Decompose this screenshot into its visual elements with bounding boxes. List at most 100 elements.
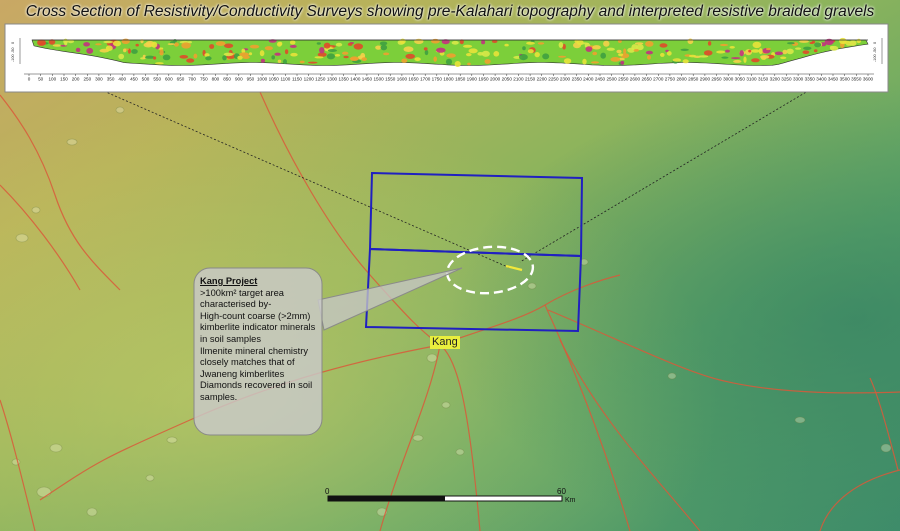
x-tick-label: 1400 <box>350 77 361 82</box>
resistivity-blotch <box>468 48 478 54</box>
resistivity-blotch <box>290 52 298 57</box>
x-tick-label: 1850 <box>455 77 466 82</box>
x-tick-label: 3550 <box>851 77 862 82</box>
pan <box>86 507 98 517</box>
resistivity-blotch <box>786 48 794 55</box>
resistivity-blotch <box>151 41 158 48</box>
resistivity-blotch <box>342 51 349 55</box>
resistivity-blotch <box>580 42 590 45</box>
resistivity-blotch <box>795 47 802 50</box>
x-tick-label: 2450 <box>595 77 606 82</box>
resistivity-blotch <box>383 52 390 56</box>
x-tick-label: 3050 <box>735 77 746 82</box>
resistivity-blotch <box>716 50 726 54</box>
resistivity-blotch <box>563 58 572 64</box>
x-tick-label: 1600 <box>397 77 408 82</box>
pan <box>11 458 21 466</box>
x-tick-label: 2750 <box>665 77 676 82</box>
resistivity-blotch <box>75 47 81 53</box>
x-tick-label: 3150 <box>758 77 769 82</box>
resistivity-blotch <box>64 40 68 46</box>
x-tick-label: 2400 <box>583 77 594 82</box>
resistivity-blotch <box>481 40 486 45</box>
resistivity-blotch <box>774 51 784 56</box>
resistivity-blotch <box>118 53 125 60</box>
resistivity-blotch <box>334 54 341 57</box>
resistivity-blotch <box>558 42 564 48</box>
x-tick-label: 100 <box>48 77 56 82</box>
resistivity-blotch <box>467 62 471 66</box>
resistivity-blotch <box>493 51 500 57</box>
resistivity-blotch <box>659 43 668 48</box>
pan <box>426 353 438 363</box>
depth-tick-label: -100 <box>11 54 15 62</box>
resistivity-blotch <box>105 45 113 51</box>
resistivity-blotch <box>135 43 139 47</box>
callout-line: Diamonds recovered in soil <box>200 380 313 391</box>
x-tick-label: 2100 <box>513 77 524 82</box>
resistivity-blotch <box>316 42 321 45</box>
resistivity-blotch <box>361 57 367 61</box>
resistivity-blotch <box>299 60 305 64</box>
map-canvas: 0 50 100 150 200 250 300 350 400 450 500 550 600 650 7… <box>0 0 900 531</box>
callout-line: Ilmenite mineral chemistry <box>200 345 308 356</box>
x-tick-label: 3100 <box>746 77 757 82</box>
resistivity-blotch <box>780 56 787 60</box>
resistivity-blotch <box>519 54 528 61</box>
x-tick-label: 1300 <box>327 77 338 82</box>
x-tick-label: 3400 <box>816 77 827 82</box>
x-tick-label: 1750 <box>432 77 443 82</box>
resistivity-blotch <box>463 44 473 48</box>
resistivity-blotch <box>600 52 606 59</box>
resistivity-blotch <box>403 46 414 52</box>
resistivity-blotch <box>766 47 771 51</box>
resistivity-blotch <box>748 49 752 53</box>
depth-tick-label: -100 <box>873 54 877 62</box>
resistivity-blotch <box>209 44 215 49</box>
x-tick-label: 1250 <box>315 77 326 82</box>
pan <box>115 106 125 114</box>
x-tick-label: 1100 <box>280 77 290 82</box>
resistivity-blotch <box>193 53 198 59</box>
x-tick-label: 2500 <box>606 77 617 82</box>
x-tick-label: 2300 <box>560 77 571 82</box>
resistivity-blotch <box>721 56 729 59</box>
resistivity-blotch <box>504 43 509 47</box>
pan <box>15 233 29 243</box>
resistivity-blotch <box>39 42 46 46</box>
x-tick-label: 300 <box>95 77 103 82</box>
resistivity-blotch <box>660 52 665 57</box>
resistivity-blotch <box>787 42 795 45</box>
scale-unit-label: Km <box>565 497 576 504</box>
resistivity-blotch <box>719 43 729 47</box>
resistivity-blotch <box>829 45 835 50</box>
x-tick-label: 3500 <box>840 77 851 82</box>
resistivity-blotch <box>323 42 331 49</box>
resistivity-blotch <box>799 40 809 43</box>
pan <box>455 448 465 456</box>
resistivity-blotch <box>414 38 424 45</box>
x-tick-label: 1200 <box>304 77 315 82</box>
pan <box>49 443 63 453</box>
x-tick-label: 2350 <box>572 77 583 82</box>
callout-line: High-count coarse (>2mm) <box>200 310 311 321</box>
resistivity-blotch <box>283 59 287 65</box>
x-tick-label: 1950 <box>478 77 489 82</box>
callout-text: Kang Project >100km² target area charact… <box>200 276 324 404</box>
resistivity-blotch <box>752 41 762 49</box>
x-tick-label: 1500 <box>373 77 384 82</box>
x-tick-label: 50 <box>38 77 44 82</box>
resistivity-blotch <box>491 40 498 43</box>
resistivity-blotch <box>260 58 265 63</box>
resistivity-blotch <box>803 46 812 50</box>
pan <box>667 372 677 380</box>
resistivity-blotch <box>353 43 363 50</box>
place-label-kang: Kang <box>430 336 460 349</box>
resistivity-blotch <box>623 48 627 54</box>
x-tick-label: 2200 <box>537 77 548 82</box>
resistivity-blotch <box>83 42 90 47</box>
x-tick-label: 2800 <box>676 77 687 82</box>
x-tick-label: 1150 <box>292 77 302 82</box>
resistivity-blotch <box>446 53 456 58</box>
resistivity-blotch <box>731 57 741 60</box>
